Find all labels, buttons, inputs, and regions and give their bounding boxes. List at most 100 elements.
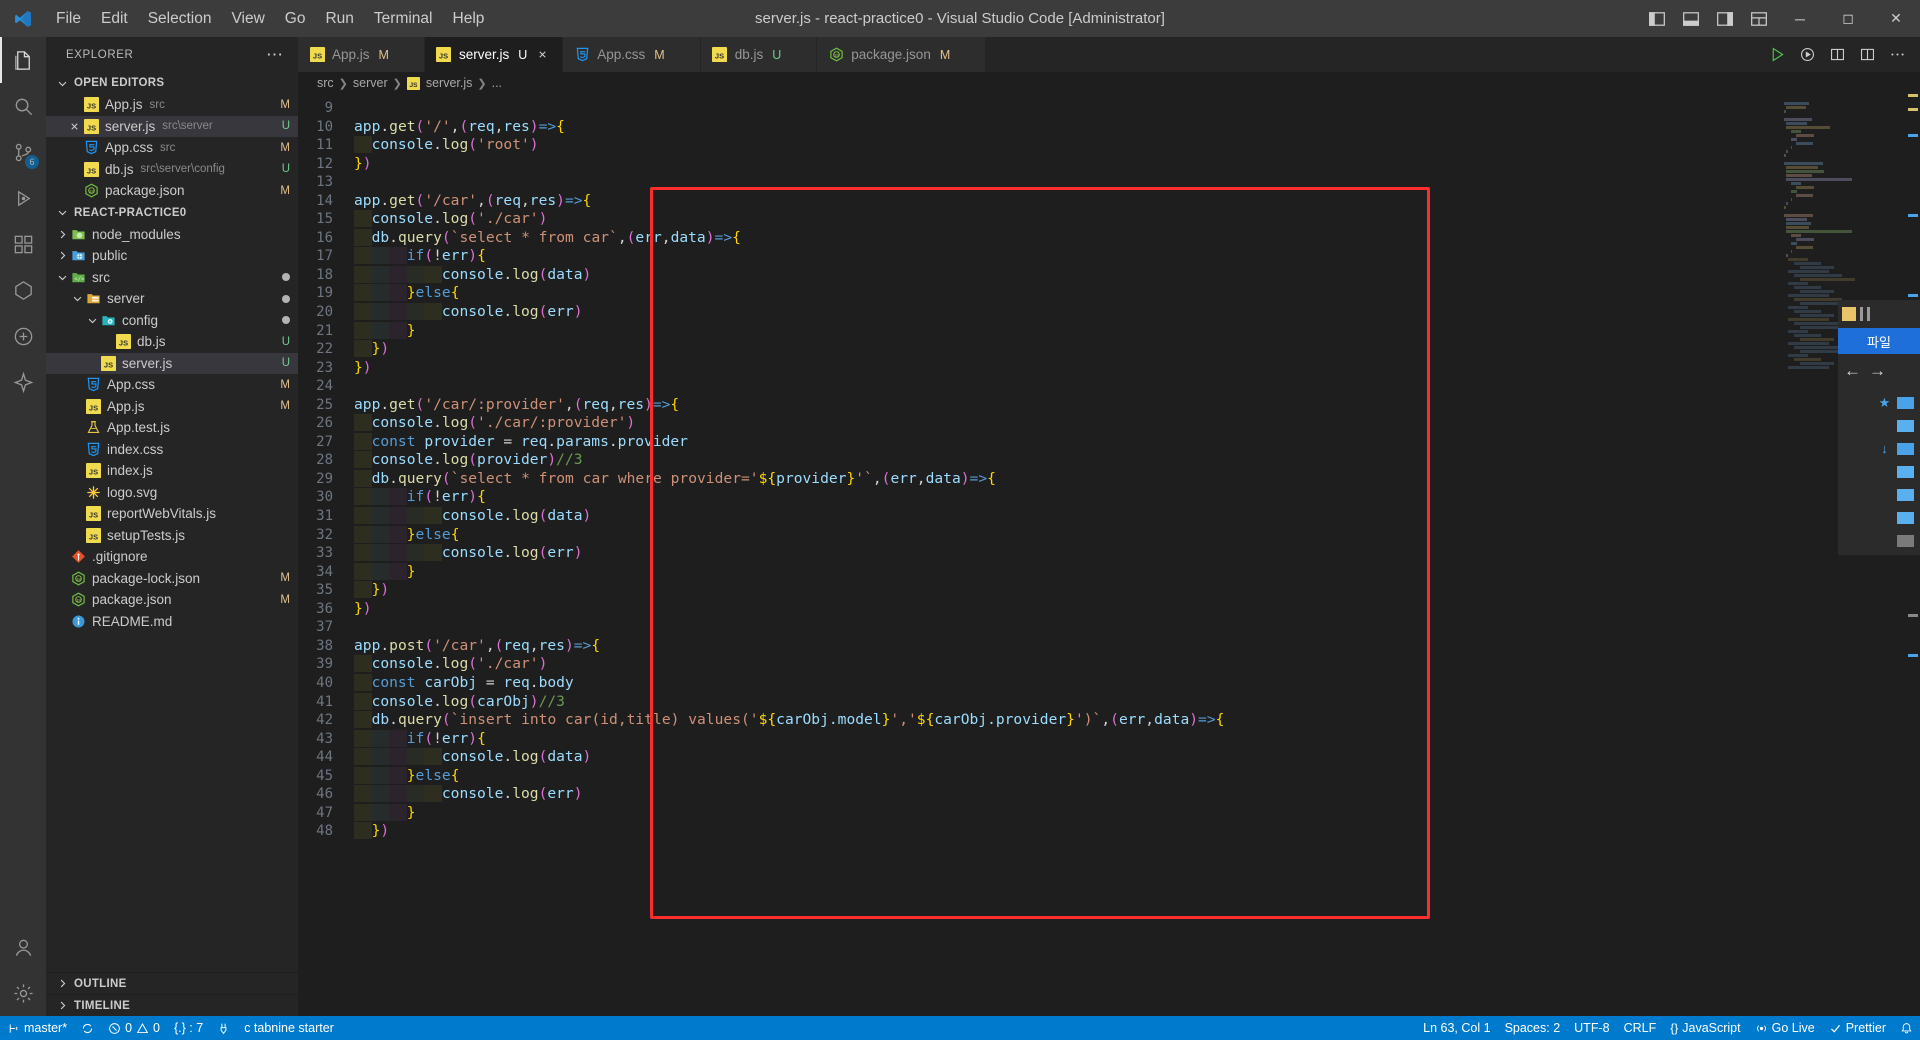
tree-file[interactable]: JS reportWebVitals.js (46, 503, 298, 525)
list-item[interactable] (1838, 486, 1920, 503)
tree-folder[interactable]: public (46, 245, 298, 267)
activity-tabnine[interactable] (0, 359, 46, 405)
status-go-live[interactable]: Go Live (1748, 1016, 1822, 1040)
sidebar-more-actions-icon[interactable]: ⋯ (266, 45, 290, 65)
section-open-editors[interactable]: OPEN EDITORS (46, 72, 298, 94)
activity-explorer[interactable] (0, 37, 46, 83)
editor-tab[interactable]: App.css M (563, 37, 701, 72)
status-notifications[interactable] (1893, 1016, 1920, 1040)
open-editor-item[interactable]: JS server.js src\server U (46, 115, 298, 137)
tree-folder[interactable]: server (46, 288, 298, 310)
menu-go[interactable]: Go (275, 0, 316, 37)
editor-tab[interactable]: JS server.js U (424, 37, 564, 72)
panel-bottom-icon[interactable] (1674, 0, 1708, 37)
status-remote-indicator[interactable]: master* (0, 1016, 74, 1040)
status-cursor-position[interactable]: Ln 63, Col 1 (1416, 1016, 1497, 1040)
open-editor-item[interactable]: JS db.js src\server\config U (46, 159, 298, 181)
activity-run-debug[interactable] (0, 175, 46, 221)
split-editor-icon[interactable] (1852, 37, 1882, 72)
chevron-down-icon[interactable] (54, 269, 70, 285)
menu-terminal[interactable]: Terminal (364, 0, 443, 37)
status-language-mode[interactable]: {} JavaScript (1663, 1016, 1747, 1040)
list-item[interactable] (1838, 417, 1920, 434)
breadcrumb-src[interactable]: src (317, 76, 334, 90)
list-item[interactable]: ↓ (1838, 440, 1920, 457)
tree-file[interactable]: JS App.js M (46, 396, 298, 418)
forward-arrow-icon[interactable]: → (1869, 361, 1886, 381)
back-arrow-icon[interactable]: ← (1844, 361, 1861, 381)
window-minimize-button[interactable]: ─ (1776, 0, 1824, 37)
chevron-right-icon[interactable] (54, 248, 70, 264)
list-item[interactable] (1838, 463, 1920, 480)
tree-folder[interactable]: node_modules (46, 224, 298, 246)
activity-docker[interactable] (0, 313, 46, 359)
editor-tab[interactable]: JS package.json M (817, 37, 987, 72)
window-maximize-button[interactable]: ◻ (1824, 0, 1872, 37)
activity-settings-gear-icon[interactable] (0, 970, 46, 1016)
status-eol[interactable]: CRLF (1617, 1016, 1664, 1040)
minimap[interactable] (1784, 94, 1862, 1016)
run-icon[interactable] (1762, 37, 1792, 72)
open-editor-item[interactable]: JS App.js src M (46, 94, 298, 116)
tree-file[interactable]: .gitignore (46, 546, 298, 568)
menu-selection[interactable]: Selection (138, 0, 222, 37)
status-sync[interactable] (74, 1016, 101, 1040)
code-content[interactable]: app.get('/',(req,res)=>{ console.log('ro… (354, 94, 1920, 1016)
code-editor[interactable]: 9 10 11 12 13 14 15 16 17 18 19 20 21 22 23 24 25 26 27 28 2… (298, 94, 1920, 1016)
status-indentation-info[interactable]: {.} : 7 (167, 1016, 210, 1040)
menu-edit[interactable]: Edit (91, 0, 138, 37)
tab-close-icon[interactable] (534, 46, 551, 63)
chevron-down-icon[interactable] (69, 291, 85, 307)
menu-run[interactable]: Run (315, 0, 363, 37)
tree-file[interactable]: App.css M (46, 374, 298, 396)
status-tabnine[interactable]: c tabnine starter (237, 1016, 341, 1040)
panel-left-icon[interactable] (1640, 0, 1674, 37)
tree-file[interactable]: App.test.js (46, 417, 298, 439)
window-close-button[interactable]: ✕ (1872, 0, 1920, 37)
chevron-right-icon[interactable] (54, 226, 70, 242)
tree-file[interactable]: README.md (46, 611, 298, 633)
tree-file[interactable]: JS setupTests.js (46, 525, 298, 547)
tree-folder[interactable]: config (46, 310, 298, 332)
list-item[interactable] (1838, 509, 1920, 526)
status-prettier[interactable]: Prettier (1822, 1016, 1893, 1040)
tree-folder[interactable]: </> src (46, 267, 298, 289)
activity-accounts[interactable] (0, 924, 46, 970)
close-icon[interactable] (66, 118, 83, 135)
breadcrumb-symbol[interactable]: ... (492, 76, 502, 90)
section-timeline[interactable]: TIMELINE (46, 994, 298, 1016)
breadcrumb-server[interactable]: server (353, 76, 388, 90)
tree-file[interactable]: JS db.js U (46, 331, 298, 353)
editor-scrollbar[interactable] (1906, 94, 1920, 1016)
tree-file[interactable]: JS server.js U (46, 352, 298, 374)
list-item[interactable]: ★ (1838, 394, 1920, 411)
section-outline[interactable]: OUTLINE (46, 972, 298, 994)
activity-source-control[interactable]: 6 (0, 129, 46, 175)
section-project[interactable]: REACT-PRACTICE0 (46, 202, 298, 224)
editor-tab[interactable]: JS db.js U (700, 37, 818, 72)
activity-extensions[interactable] (0, 221, 46, 267)
tree-file[interactable]: JS index.js (46, 460, 298, 482)
run-debug-icon[interactable] (1792, 37, 1822, 72)
panel-right-icon[interactable] (1708, 0, 1742, 37)
tree-file[interactable]: index.css (46, 439, 298, 461)
activity-search[interactable] (0, 83, 46, 129)
activity-remote-explorer[interactable] (0, 267, 46, 313)
breadcrumb-file[interactable]: server.js (426, 76, 473, 90)
menu-view[interactable]: View (221, 0, 274, 37)
menu-help[interactable]: Help (443, 0, 495, 37)
editor-tab[interactable]: JS App.js M (298, 37, 425, 72)
status-indentation[interactable]: Spaces: 2 (1498, 1016, 1568, 1040)
open-editor-item[interactable]: JS package.json M (46, 180, 298, 202)
more-actions-icon[interactable] (1882, 37, 1912, 72)
status-ports[interactable] (210, 1016, 237, 1040)
menu-file[interactable]: File (46, 0, 91, 37)
status-problems[interactable]: 0 0 (101, 1016, 167, 1040)
open-editor-item[interactable]: App.css src M (46, 137, 298, 159)
split-terminal-icon[interactable] (1822, 37, 1852, 72)
tree-file[interactable]: logo.svg (46, 482, 298, 504)
chevron-down-icon[interactable] (84, 312, 100, 328)
layout-customize-icon[interactable] (1742, 0, 1776, 37)
status-encoding[interactable]: UTF-8 (1567, 1016, 1616, 1040)
list-item[interactable] (1838, 532, 1920, 549)
